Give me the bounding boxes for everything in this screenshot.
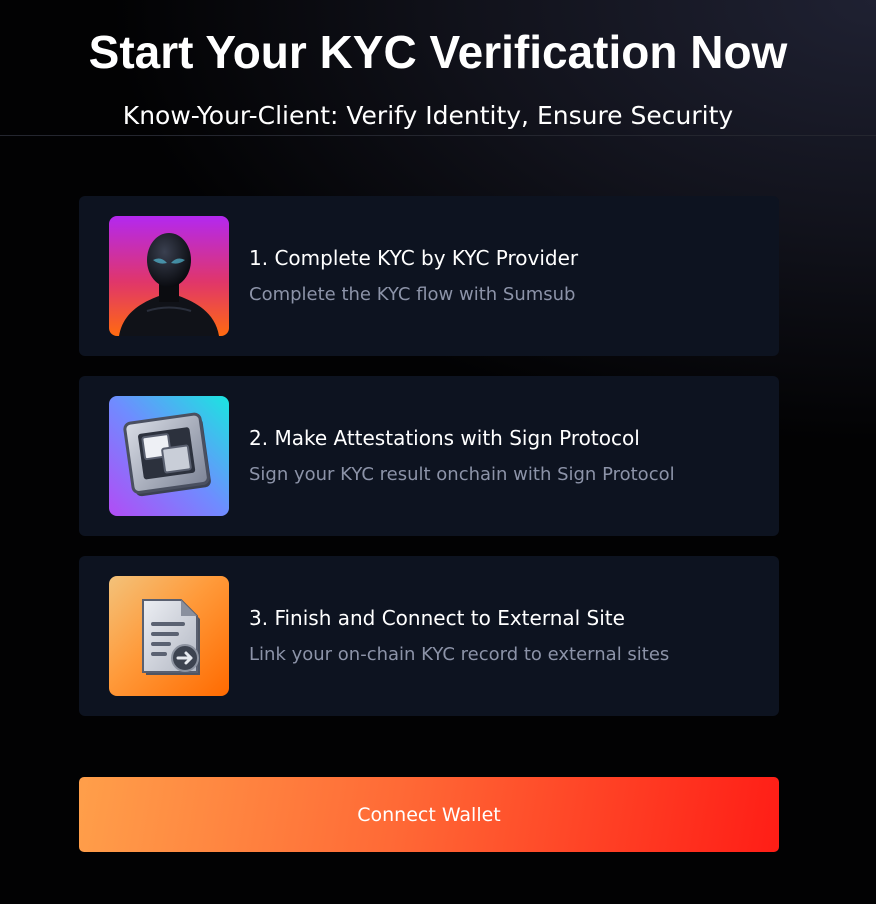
connect-wallet-button[interactable]: Connect Wallet: [79, 777, 779, 852]
step-description: Complete the KYC flow with Sumsub: [249, 284, 576, 305]
page-subtitle: Know-Your-Client: Verify Identity, Ensur…: [122, 101, 734, 130]
step-card-connect-external: 3. Finish and Connect to External Site L…: [79, 556, 779, 716]
kyc-avatar-icon: [109, 216, 229, 336]
step-card-attestations: 2. Make Attestations with Sign Protocol …: [79, 376, 779, 536]
kyc-steps-list: 1. Complete KYC by KYC Provider Complete…: [79, 196, 779, 736]
step-card-complete-kyc: 1. Complete KYC by KYC Provider Complete…: [79, 196, 779, 356]
step-description: Sign your KYC result onchain with Sign P…: [249, 464, 675, 485]
header-divider: [0, 135, 876, 136]
step-title: 3. Finish and Connect to External Site: [249, 606, 625, 630]
document-link-icon: [109, 576, 229, 696]
step-title: 2. Make Attestations with Sign Protocol: [249, 426, 640, 450]
page-title: Start Your KYC Verification Now: [88, 26, 788, 78]
attestation-chip-icon: [109, 396, 229, 516]
step-description: Link your on-chain KYC record to externa…: [249, 644, 670, 665]
step-title: 1. Complete KYC by KYC Provider: [249, 246, 579, 270]
